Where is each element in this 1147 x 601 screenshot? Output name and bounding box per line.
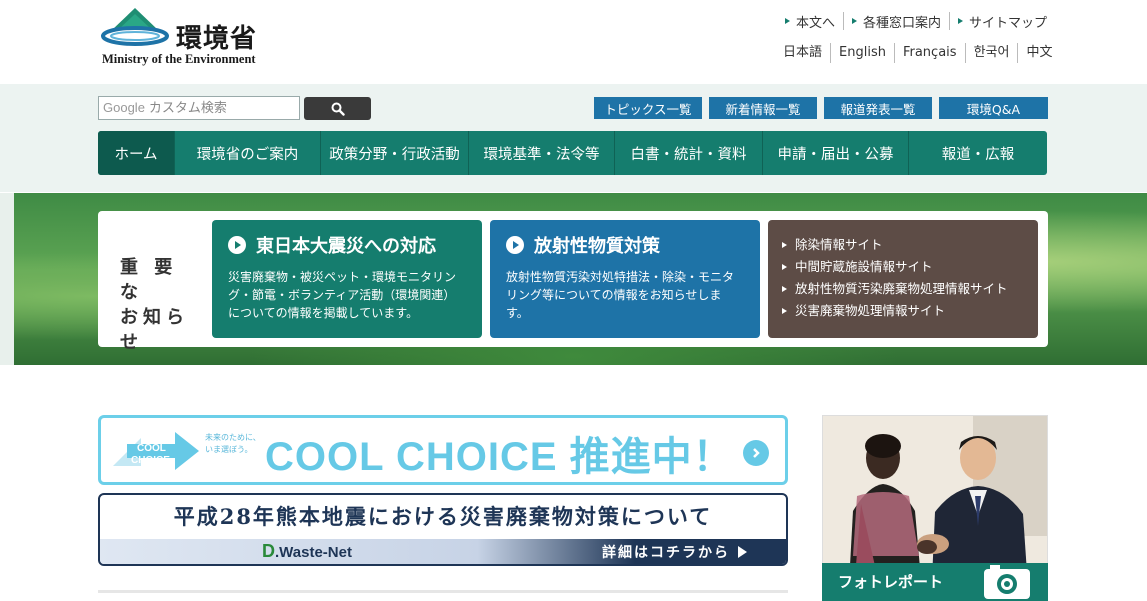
search-input[interactable]: Google カスタム検索	[98, 96, 300, 120]
cool-choice-banner[interactable]: COOL CHOICE 未来のために、いま選ぼう。 COOL CHOICE 推進…	[98, 415, 788, 485]
cool-logo-line2: CHOICE	[131, 455, 170, 466]
search-placeholder: カスタム検索	[148, 101, 227, 116]
divider	[98, 590, 788, 593]
logo-mark-icon	[101, 8, 169, 46]
dwaste-net-logo: D.Waste-Net	[262, 541, 352, 561]
nav-item-applications[interactable]: 申請・届出・公募	[762, 131, 908, 175]
card-body: 放射性物質汚染対処特措法・除染・モニタリング等についての情報をお知らせします。	[506, 270, 735, 320]
card-body: 災害廃棄物・被災ペット・環境モニタリング・節電・ボランティア活動（環境関連）につ…	[228, 270, 457, 320]
card-title: 東日本大震災への対応	[256, 236, 436, 257]
cool-choice-headline: COOL CHOICE 推進中！	[265, 435, 734, 479]
triangle-bullet-icon	[782, 286, 787, 292]
cool-logo-line1: COOL	[137, 443, 166, 454]
chevron-right-icon	[743, 440, 769, 466]
nav-item-home[interactable]: ホーム	[98, 131, 174, 175]
nav-item-whitepaper[interactable]: 白書・統計・資料	[614, 131, 762, 175]
notice-card-earthquake[interactable]: 東日本大震災への対応 災害廃棄物・被災ペット・環境モニタリング・節電・ボランティ…	[212, 220, 482, 338]
util-link-sitemap[interactable]: サイトマップ	[949, 12, 1055, 31]
kumamoto-waste-banner[interactable]: 平成28年熊本地震における災害廃棄物対策について D.Waste-Net 詳細は…	[98, 493, 788, 566]
card-title: 放射性物質対策	[534, 236, 660, 257]
lang-japanese[interactable]: 日本語	[775, 43, 830, 63]
nav-item-policy[interactable]: 政策分野・行政活動	[320, 131, 468, 175]
search-icon	[331, 102, 345, 116]
util-link-contacts[interactable]: 各種窓口案内	[843, 12, 949, 31]
notice-card-radiation[interactable]: 放射性物質対策 放射性物質汚染対処特措法・除染・モニタリング等についての情報をお…	[490, 220, 760, 338]
triangle-bullet-icon	[782, 308, 787, 314]
nav-item-standards[interactable]: 環境基準・法令等	[468, 131, 614, 175]
notice-card-links: 除染情報サイト 中間貯蔵施設情報サイト 放射性物質汚染廃棄物処理情報サイト 災害…	[768, 220, 1038, 338]
quick-link-press[interactable]: 報道発表一覧	[824, 97, 932, 119]
lang-french[interactable]: Français	[893, 43, 965, 63]
play-circle-icon	[506, 236, 524, 254]
logo-japanese-text: 環境省	[176, 24, 258, 54]
search-button[interactable]	[304, 97, 371, 120]
search-brand: Google	[103, 100, 145, 115]
cool-choice-tagline: 未来のために、いま選ぼう。	[205, 433, 261, 454]
quick-link-new[interactable]: 新着情報一覧	[709, 97, 817, 119]
cool-choice-logo-icon: COOL CHOICE	[113, 432, 199, 470]
notice-link-contaminated-waste[interactable]: 放射性物質汚染廃棄物処理情報サイト	[782, 278, 1024, 300]
quick-link-qa[interactable]: 環境Q&A	[939, 97, 1048, 119]
waste-banner-title: 平成28年熊本地震における災害廃棄物対策について	[173, 504, 713, 529]
waste-more-link[interactable]: 詳細はコチラから	[602, 542, 747, 562]
triangle-bullet-icon	[782, 242, 787, 248]
play-circle-icon	[228, 236, 246, 254]
important-notice-label: 重 要 な お知らせ	[120, 257, 189, 353]
triangle-bullet-icon	[782, 264, 787, 270]
logo-english-text: Ministry of the Environment	[102, 52, 256, 66]
triangle-bullet-icon	[958, 18, 964, 24]
site-logo[interactable]: 環境省 Ministry of the Environment	[100, 6, 280, 68]
nav-item-press[interactable]: 報道・広報	[908, 131, 1047, 175]
quick-link-topics[interactable]: トピックス一覧	[594, 97, 702, 119]
hero-edge	[0, 193, 14, 365]
main-nav: ホーム 環境省のご案内 政策分野・行政活動 環境基準・法令等 白書・統計・資料 …	[98, 131, 1047, 175]
notice-link-decontamination[interactable]: 除染情報サイト	[782, 234, 1024, 256]
camera-icon	[984, 565, 1030, 599]
play-arrow-icon	[738, 546, 747, 558]
lang-korean[interactable]: 한국어	[964, 43, 1018, 63]
triangle-bullet-icon	[785, 18, 790, 24]
notice-link-disaster-waste[interactable]: 災害廃棄物処理情報サイト	[782, 300, 1024, 322]
lang-chinese[interactable]: 中文	[1017, 43, 1060, 63]
nav-item-about[interactable]: 環境省のご案内	[174, 131, 320, 175]
triangle-bullet-icon	[852, 18, 858, 24]
notice-link-interim-storage[interactable]: 中間貯蔵施設情報サイト	[782, 256, 1024, 278]
utility-links: 本文へ 各種窓口案内 サイトマップ	[777, 12, 1055, 31]
util-link-main-content[interactable]: 本文へ	[777, 12, 843, 31]
language-links: 日本語 English Français 한국어 中文	[775, 43, 1060, 63]
lang-english[interactable]: English	[830, 43, 894, 63]
